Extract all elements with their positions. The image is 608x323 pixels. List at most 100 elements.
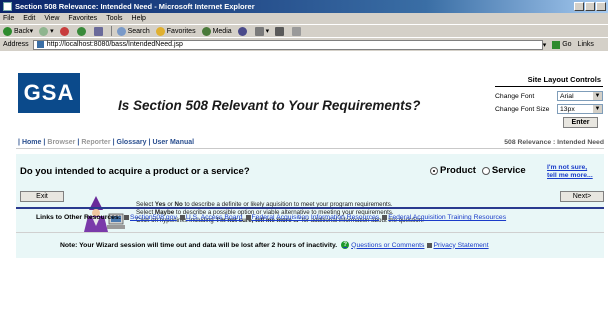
go-button[interactable]: Go — [552, 40, 572, 49]
menu-help[interactable]: Help — [132, 15, 146, 22]
links-button[interactable]: Links — [578, 41, 594, 48]
service-label: Service — [491, 165, 526, 176]
menu-favorites[interactable]: Favorites — [68, 15, 97, 22]
resources-links: Links to Other Resources: Section508.gov… — [36, 214, 509, 221]
window-title: Section 508 Relevance: Intended Need - M… — [15, 2, 255, 11]
nav-divider: | — [77, 139, 80, 146]
nav-reporter: Reporter — [81, 139, 111, 146]
menu-bar: File Edit View Favorites Tools Help — [0, 13, 608, 24]
history-button[interactable] — [237, 26, 249, 36]
exit-button[interactable]: Exit — [20, 191, 64, 202]
product-label: Product — [440, 165, 476, 176]
font-row: Change Font Arial ▼ — [495, 91, 603, 101]
help-icon: ? — [341, 241, 350, 249]
footer: Note: Your Wizard session will time out … — [60, 241, 492, 249]
menu-tools[interactable]: Tools — [106, 15, 122, 22]
edit-button[interactable] — [292, 26, 303, 36]
favorites-button[interactable]: Favorites — [155, 26, 196, 36]
product-radio[interactable] — [430, 166, 438, 175]
nav-divider: | — [18, 139, 20, 146]
search-icon — [116, 26, 126, 36]
not-sure-link[interactable]: I'm not sure, tell me more... — [547, 164, 593, 180]
stop-icon — [59, 26, 69, 36]
page-title: Is Section 508 Relevant to Your Requirem… — [118, 98, 421, 113]
maximize-button[interactable] — [585, 2, 595, 11]
option-service[interactable]: Service — [481, 165, 526, 176]
star-icon — [155, 26, 165, 36]
window-controls — [574, 2, 606, 11]
font-size-select[interactable]: 13px ▼ — [557, 104, 603, 114]
print-button[interactable] — [275, 26, 286, 36]
service-radio[interactable] — [481, 166, 490, 175]
media-button[interactable]: Media — [201, 26, 232, 36]
option-product[interactable]: Product — [430, 165, 476, 176]
toolbar-separator — [110, 26, 112, 36]
stop-button[interactable] — [59, 26, 71, 36]
nav-divider: | — [43, 139, 46, 146]
font-select[interactable]: Arial ▼ — [557, 91, 603, 101]
ie-icon — [3, 2, 12, 11]
external-link-icon — [382, 215, 388, 220]
link-acquisition-info[interactable]: Federal Acquisition Information Resource… — [245, 214, 379, 221]
media-icon — [201, 26, 211, 36]
privacy-link[interactable]: Privacy Statement — [427, 242, 489, 249]
history-icon — [237, 26, 247, 36]
next-button[interactable]: Next> — [560, 191, 604, 202]
home-button[interactable] — [93, 26, 105, 36]
questions-link[interactable]: ? Questions or Comments — [341, 241, 424, 249]
nav-user-manual[interactable]: User Manual — [152, 139, 194, 146]
link-acquisition-training[interactable]: Federal Acquisition Training Resources — [382, 214, 506, 221]
window-titlebar: Section 508 Relevance: Intended Need - M… — [0, 0, 608, 13]
address-dropdown-icon[interactable]: ▾ — [543, 41, 547, 49]
page-icon — [36, 41, 44, 48]
edit-page-icon — [292, 26, 302, 36]
external-link-icon — [179, 215, 185, 220]
answer-options: Product Service — [430, 165, 532, 176]
refresh-icon — [76, 26, 86, 36]
menu-file[interactable]: File — [3, 15, 14, 22]
refresh-button[interactable] — [76, 26, 88, 36]
menu-edit[interactable]: Edit — [23, 15, 35, 22]
gsa-logo: GSA — [18, 73, 80, 113]
enter-button[interactable]: Enter — [563, 117, 598, 128]
font-size-row: Change Font Size 13px ▼ — [495, 104, 603, 114]
mail-icon — [254, 26, 264, 36]
external-link-icon — [245, 215, 251, 220]
back-button[interactable]: Back ▾ — [3, 26, 33, 36]
search-button[interactable]: Search — [116, 26, 150, 36]
divider-line — [16, 207, 604, 209]
nav-bar: | Home | Browser | Reporter | Glossary |… — [16, 137, 604, 149]
link-access-board[interactable]: U.S. Access Board — [179, 214, 243, 221]
nav-divider: | — [112, 139, 115, 146]
chevron-down-icon: ▼ — [593, 92, 602, 100]
back-arrow-icon — [3, 26, 12, 36]
external-link-icon — [427, 242, 433, 248]
nav-browser: Browser — [47, 139, 76, 146]
address-url: http://localhost:8080/bass/IntendedNeed.… — [46, 41, 183, 48]
timeout-note: Note: Your Wizard session will time out … — [60, 241, 338, 249]
breadcrumb: 508 Relevance : Intended Need — [504, 139, 604, 146]
browser-toolbar: Back ▾ ▾ Search Favorites Media ▾ — [0, 24, 608, 37]
link-section508[interactable]: Section508.gov — [123, 214, 177, 221]
address-label: Address — [3, 41, 29, 48]
forward-button[interactable]: ▾ — [39, 26, 54, 36]
menu-view[interactable]: View — [44, 15, 59, 22]
forward-arrow-icon — [39, 26, 49, 36]
divider-line — [16, 232, 604, 233]
page-content: GSA Is Section 508 Relevant to Your Requ… — [0, 51, 608, 323]
resources-label: Links to Other Resources: — [36, 214, 121, 221]
home-icon — [93, 26, 103, 36]
question-text: Do you intended to acquire a product or … — [20, 166, 250, 177]
font-label: Change Font — [495, 92, 535, 100]
nav-links: | Home | Browser | Reporter | Glossary |… — [16, 139, 194, 146]
site-layout-controls: Site Layout Controls Change Font Arial ▼… — [495, 75, 603, 128]
mail-button[interactable]: ▾ — [254, 26, 269, 36]
instructions: Select Yes or No to describe a definite … — [136, 201, 424, 224]
address-input[interactable]: http://localhost:8080/bass/IntendedNeed.… — [32, 39, 543, 50]
nav-divider: | — [148, 139, 151, 146]
minimize-button[interactable] — [574, 2, 584, 11]
close-button[interactable] — [596, 2, 606, 11]
nav-home[interactable]: Home — [22, 139, 41, 146]
nav-glossary[interactable]: Glossary — [117, 139, 147, 146]
font-size-label: Change Font Size — [495, 105, 550, 113]
